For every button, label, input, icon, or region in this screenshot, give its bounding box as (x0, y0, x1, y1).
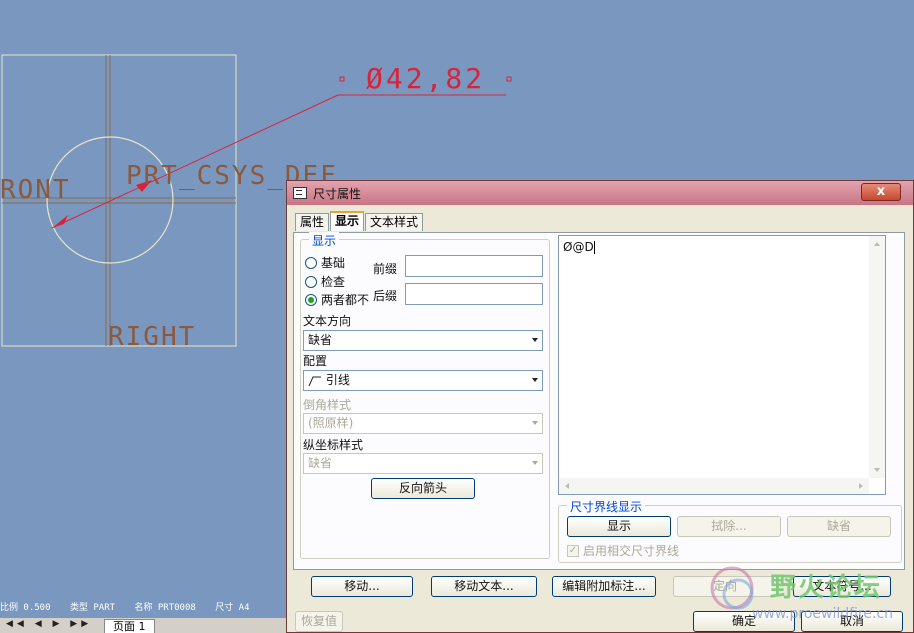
checkbox-box: ✓ (567, 544, 579, 557)
enable-intersect-label: 启用相交尺寸界线 (583, 544, 680, 558)
chevron-down-icon (532, 421, 538, 425)
front-datum-label: RONT (0, 175, 71, 205)
chamfer-style-value: (照原样) (308, 416, 354, 430)
radio-neither-label: 两者都不 (321, 293, 370, 307)
radio-inspection-circle (305, 275, 317, 288)
radio-inspection[interactable]: 检查 (305, 273, 345, 290)
radio-inspection-label: 检查 (321, 275, 346, 289)
scroll-right-icon[interactable] (859, 483, 863, 489)
size-status: 尺寸 A4 (215, 603, 250, 613)
chevron-down-icon (532, 378, 538, 382)
radio-neither-circle (305, 293, 317, 306)
ordinate-style-select[interactable]: 缺省 (303, 453, 543, 474)
dialog-window-icon (293, 187, 307, 199)
name-status: 名称 PRT0008 (134, 603, 196, 613)
radio-basic-label: 基础 (321, 256, 346, 270)
suffix-input[interactable] (405, 283, 543, 305)
page-nav-arrows[interactable]: ◀◀ ◀ ▶ ▶▶ (6, 619, 92, 629)
tab-display[interactable]: 显示 (330, 211, 365, 231)
scroll-up-icon[interactable] (874, 242, 880, 246)
scroll-left-icon[interactable] (565, 483, 569, 489)
text-direction-label: 文本方向 (303, 314, 352, 328)
text-direction-value: 缺省 (308, 333, 333, 347)
text-vertical-scrollbar[interactable] (869, 236, 885, 478)
flip-arrows-button[interactable]: 反向箭头 (371, 478, 475, 499)
dimension-text-value: Ø@D (563, 240, 594, 254)
prefix-label: 前缀 (373, 262, 398, 276)
right-datum-label: RIGHT (108, 322, 197, 352)
enable-intersect-checkbox[interactable]: ✓ 启用相交尺寸界线 (567, 542, 679, 559)
dimension-handle-right[interactable] (506, 76, 512, 82)
dimension-text-content: Ø@D (563, 240, 595, 254)
ordinate-style-label: 纵坐标样式 (303, 438, 364, 452)
prefix-input[interactable] (405, 255, 543, 277)
tab-properties[interactable]: 属性 (295, 213, 330, 231)
chamfer-style-label: 倒角样式 (303, 398, 352, 412)
text-direction-select[interactable]: 缺省 (303, 330, 543, 351)
dialog-tabs: 属性 显示 文本样式 (295, 211, 424, 231)
dimension-text-editor[interactable]: Ø@D (558, 235, 886, 495)
watermark-url: www.proewildfire.cn (752, 606, 894, 622)
type-status: 类型 PART (69, 603, 116, 613)
move-button[interactable]: 移动... (311, 576, 413, 597)
display-tab-panel: 显示 基础 检查 两者都不 前缀 后缀 文本方向 缺省 配置 引线 倒角样式 (… (293, 232, 905, 570)
chamfer-style-select[interactable]: (照原样) (303, 413, 543, 434)
restore-values-button[interactable]: 恢复值 (295, 611, 343, 632)
default-witness-button[interactable]: 缺省 (787, 516, 891, 537)
move-text-button[interactable]: 移动文本... (431, 576, 537, 597)
page-tab[interactable]: 页面 1 (104, 619, 155, 633)
dimension-handle-left[interactable] (339, 76, 345, 82)
config-select[interactable]: 引线 (303, 370, 543, 391)
show-witness-button[interactable]: 显示 (567, 516, 671, 537)
config-value: 引线 (325, 373, 350, 387)
close-button[interactable]: x (861, 183, 901, 201)
dimension-text[interactable]: Ø42,82 (366, 62, 485, 95)
watermark-text: 野火论坛 (770, 573, 883, 603)
chevron-down-icon (532, 338, 538, 342)
display-group-title: 显示 (309, 232, 340, 249)
display-group: 显示 基础 检查 两者都不 前缀 后缀 文本方向 缺省 配置 引线 倒角样式 (… (300, 232, 550, 559)
page-navigation-bar: ◀◀ ◀ ▶ ▶▶ 页面 1 (0, 618, 300, 633)
edit-attachment-button[interactable]: 编辑附加标注... (552, 576, 656, 597)
erase-witness-button[interactable]: 拭除... (677, 516, 781, 537)
text-horizontal-scrollbar[interactable] (559, 478, 869, 494)
radio-basic-circle (305, 256, 317, 269)
ordinate-style-value: 缺省 (308, 456, 333, 470)
dialog-titlebar[interactable]: 尺寸属性 x (287, 181, 913, 205)
radio-neither[interactable]: 两者都不 (305, 291, 369, 308)
scroll-down-icon[interactable] (874, 468, 880, 472)
text-caret (593, 241, 595, 254)
drawing-status-bar: 比例 0.500 类型 PART 名称 PRT0008 尺寸 A4 (0, 600, 300, 616)
scale-status: 比例 0.500 (0, 603, 51, 613)
witness-line-group: 尺寸界线显示 显示 拭除... 缺省 ✓ 启用相交尺寸界线 (558, 498, 902, 563)
dialog-title: 尺寸属性 (313, 186, 362, 201)
chevron-down-icon (532, 461, 538, 465)
radio-basic[interactable]: 基础 (305, 254, 345, 271)
leader-icon (308, 376, 321, 386)
tab-text-style[interactable]: 文本样式 (365, 213, 424, 231)
config-label: 配置 (303, 354, 328, 368)
witness-group-title: 尺寸界线显示 (567, 498, 646, 515)
suffix-label: 后缀 (373, 289, 398, 303)
